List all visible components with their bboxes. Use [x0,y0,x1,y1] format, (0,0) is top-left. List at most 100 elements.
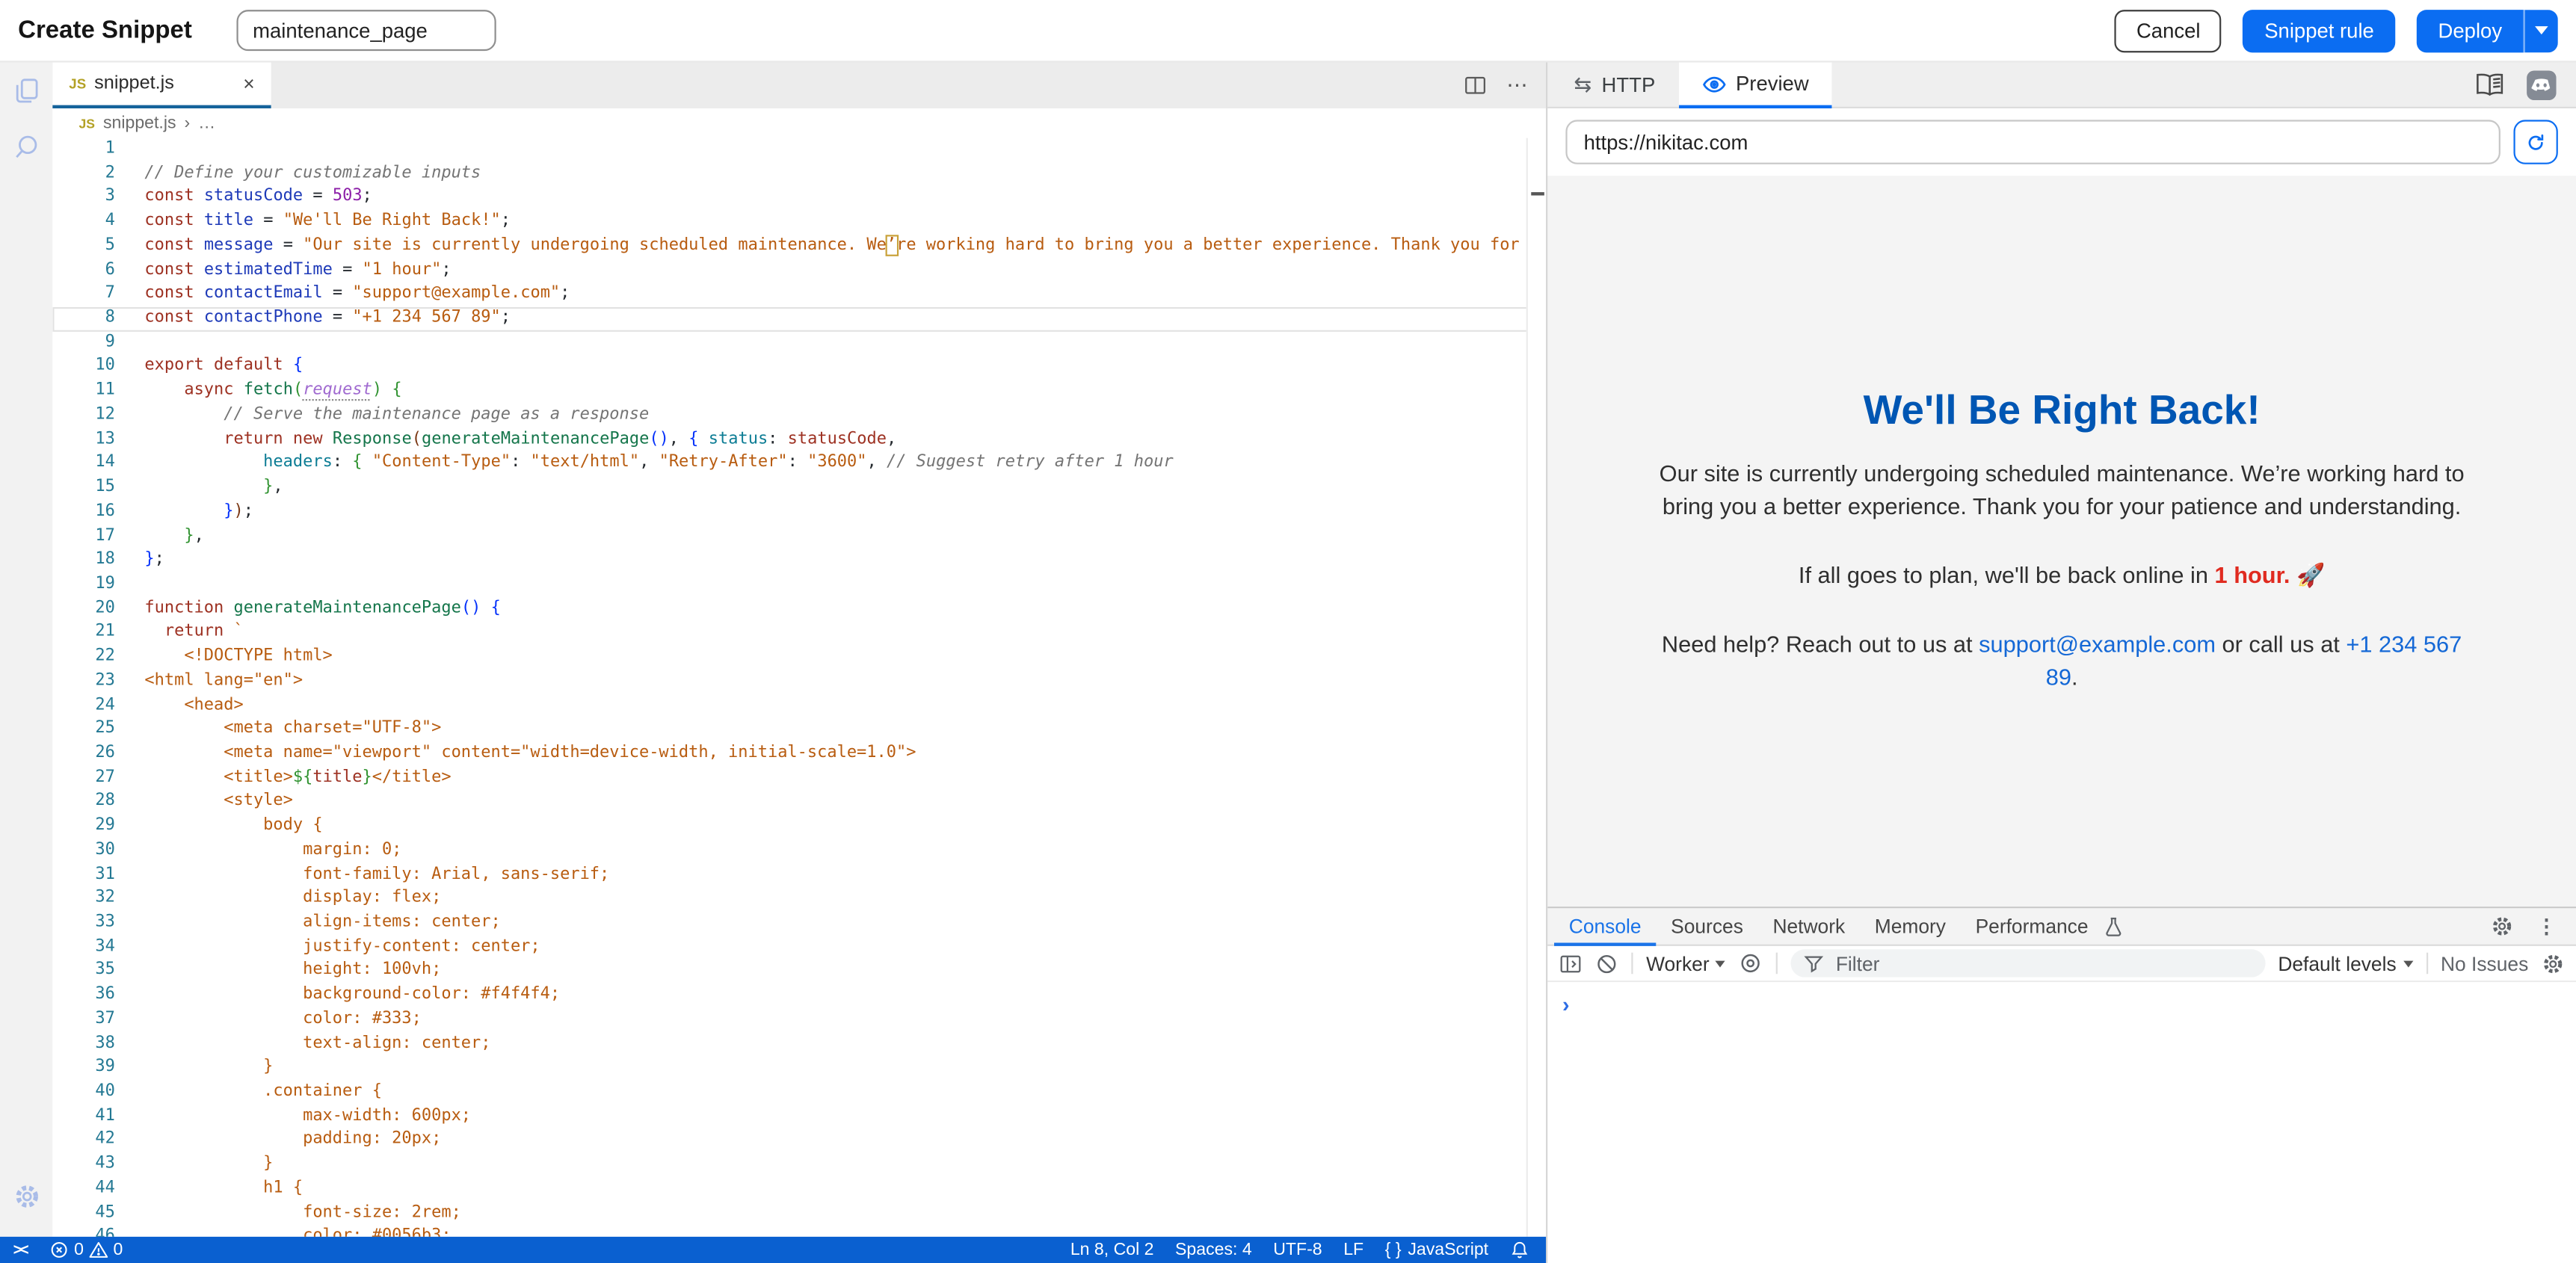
line-content[interactable]: const message = "Our site is currently u… [115,235,1546,259]
docs-book-icon[interactable] [2474,72,2506,97]
line-content[interactable]: justify-content: center; [115,936,540,960]
line-content[interactable]: <!DOCTYPE html> [115,646,333,670]
remote-indicator-icon[interactable]: >< [13,1241,27,1259]
line-number[interactable]: 32 [52,887,115,911]
cancel-button[interactable]: Cancel [2115,9,2222,52]
line-content[interactable]: <html lang="en"> [115,670,303,694]
code-line[interactable]: 27 <title>${title}</title> [52,767,1546,791]
line-content[interactable]: // Serve the maintenance page as a respo… [115,404,649,427]
line-content[interactable]: const title = "We'll Be Right Back!"; [115,211,511,235]
line-content[interactable]: async fetch(request) { [115,380,402,404]
line-content[interactable]: <head> [115,694,244,718]
code-line[interactable]: 37 color: #333; [52,1008,1546,1032]
code-line[interactable]: 10export default { [52,356,1546,380]
line-content[interactable]: height: 100vh; [115,960,442,983]
line-content[interactable]: }; [115,549,164,573]
code-line[interactable]: 43 } [52,1153,1546,1177]
code-line[interactable]: 6const estimatedTime = "1 hour"; [52,259,1546,282]
code-line[interactable]: 19 [52,573,1546,597]
line-content[interactable]: text-align: center; [115,1032,491,1056]
line-number[interactable]: 31 [52,863,115,887]
line-number[interactable]: 23 [52,670,115,694]
line-content[interactable]: }, [115,525,204,549]
breadcrumb[interactable]: JS snippet.js › … [52,108,1546,138]
line-number[interactable]: 11 [52,380,115,404]
devtools-tab-network[interactable]: Network [1758,907,1860,945]
tab-snippet-js[interactable]: JS snippet.js × [52,63,271,109]
pane-divider[interactable] [1546,63,1547,1263]
console-prompt[interactable]: › [1547,982,2576,1016]
code-line[interactable]: 24 <head> [52,694,1546,718]
code-line[interactable]: 31 font-family: Arial, sans-serif; [52,863,1546,887]
code-line[interactable]: 7const contactEmail = "support@example.c… [52,283,1546,307]
line-content[interactable]: color: #333; [115,1008,422,1032]
tab-close-icon[interactable]: × [243,74,254,93]
line-content[interactable]: headers: { "Content-Type": "text/html", … [115,452,1174,476]
line-number[interactable]: 33 [52,912,115,936]
line-number[interactable]: 25 [52,718,115,742]
line-number[interactable]: 5 [52,235,115,259]
line-content[interactable]: background-color: #f4f4f4; [115,984,560,1008]
live-expression-eye-icon[interactable] [1739,951,1763,975]
code-editor[interactable]: 12// Define your customizable inputs3con… [52,138,1546,1237]
code-line[interactable]: 26 <meta name="viewport" content="width=… [52,742,1546,766]
line-content[interactable]: <style> [115,791,293,815]
problems-status[interactable]: 0 0 [49,1240,123,1259]
line-content[interactable]: font-family: Arial, sans-serif; [115,863,609,887]
code-line[interactable]: 23<html lang="en"> [52,670,1546,694]
line-number[interactable]: 13 [52,428,115,452]
clear-console-icon[interactable] [1595,952,1618,975]
code-line[interactable]: 42 padding: 20px; [52,1129,1546,1153]
code-line[interactable]: 45 font-size: 2rem; [52,1202,1546,1226]
overview-ruler[interactable] [1526,138,1546,1237]
line-content[interactable]: <meta charset="UTF-8"> [115,718,442,742]
worker-context-dropdown[interactable]: Worker [1646,952,1725,975]
line-content[interactable]: return ` [115,622,244,646]
code-line[interactable]: 30 margin: 0; [52,839,1546,863]
line-number[interactable]: 15 [52,476,115,500]
line-content[interactable]: color: #0056b3; [115,1226,452,1237]
cursor-position[interactable]: Ln 8, Col 2 [1070,1240,1154,1259]
discord-icon[interactable] [2527,70,2557,99]
line-number[interactable]: 34 [52,936,115,960]
console-sidebar-icon[interactable] [1559,952,1583,975]
line-number[interactable]: 37 [52,1008,115,1032]
line-content[interactable]: body { [115,815,323,839]
code-line[interactable]: 41 max-width: 600px; [52,1105,1546,1129]
line-number[interactable]: 17 [52,525,115,549]
line-number[interactable]: 18 [52,549,115,573]
line-number[interactable]: 20 [52,597,115,621]
line-number[interactable]: 16 [52,501,115,525]
tab-http[interactable]: ⇆ HTTP [1551,63,1678,107]
line-number[interactable]: 41 [52,1105,115,1129]
console-settings-gear-icon[interactable] [2542,952,2565,975]
eol-sequence[interactable]: LF [1343,1240,1364,1259]
line-number[interactable]: 26 [52,742,115,766]
line-number[interactable]: 28 [52,791,115,815]
issues-counter[interactable]: No Issues [2441,952,2528,975]
line-number[interactable]: 45 [52,1202,115,1226]
line-number[interactable]: 12 [52,404,115,427]
code-line[interactable]: 8const contactPhone = "+1 234 567 89"; [52,307,1546,331]
code-line[interactable]: 14 headers: { "Content-Type": "text/html… [52,452,1546,476]
line-content[interactable]: // Define your customizable inputs [115,162,481,186]
line-content[interactable]: align-items: center; [115,912,501,936]
notifications-bell-icon[interactable] [1510,1240,1529,1259]
line-number[interactable]: 40 [52,1081,115,1105]
line-number[interactable]: 10 [52,356,115,380]
line-content[interactable]: const estimatedTime = "1 hour"; [115,259,452,282]
code-line[interactable]: 32 display: flex; [52,887,1546,911]
code-line[interactable]: 25 <meta charset="UTF-8"> [52,718,1546,742]
line-number[interactable]: 6 [52,259,115,282]
line-content[interactable]: h1 { [115,1178,303,1202]
code-line[interactable]: 12 // Serve the maintenance page as a re… [52,404,1546,427]
line-number[interactable]: 14 [52,452,115,476]
line-content[interactable]: <meta name="viewport" content="width=dev… [115,742,916,766]
code-line[interactable]: 44 h1 { [52,1178,1546,1202]
search-icon[interactable] [0,118,52,174]
code-line[interactable]: 2// Define your customizable inputs [52,162,1546,186]
code-line[interactable]: 11 async fetch(request) { [52,380,1546,404]
line-number[interactable]: 39 [52,1057,115,1081]
code-line[interactable]: 20function generateMaintenancePage() { [52,597,1546,621]
line-content[interactable]: return new Response(generateMaintenanceP… [115,428,896,452]
